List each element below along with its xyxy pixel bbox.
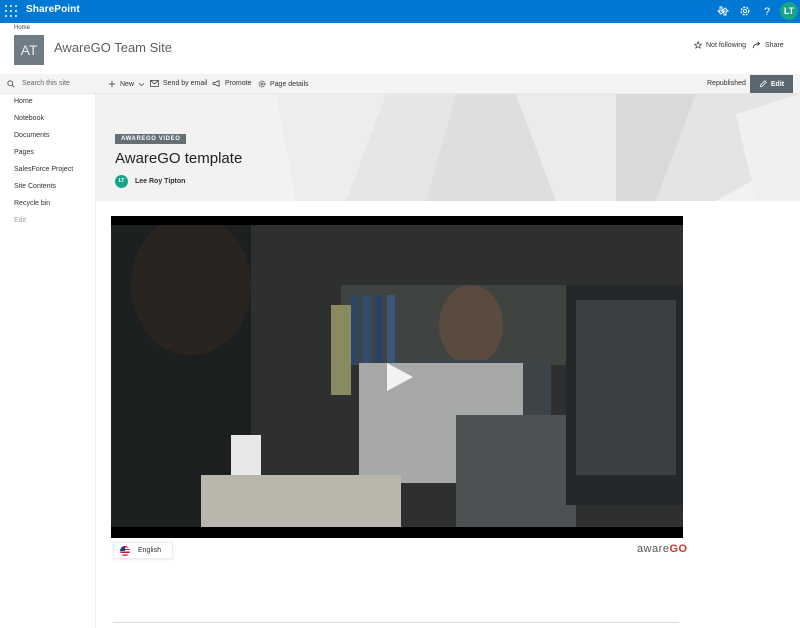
chevron-down-icon	[138, 82, 145, 86]
promote-button[interactable]: Promote	[212, 80, 251, 87]
follow-button[interactable]: Not following	[694, 41, 746, 49]
brand-suffix: GO	[669, 543, 688, 555]
plus-icon	[108, 80, 116, 88]
megaphone-icon	[212, 80, 220, 87]
brand-prefix: aware	[637, 543, 670, 555]
search-icon	[7, 80, 15, 88]
nav-item-site-contents[interactable]: Site Contents	[14, 183, 56, 190]
video-player[interactable]	[111, 216, 683, 538]
email-icon	[150, 80, 159, 87]
page-details-button[interactable]: Page details	[258, 80, 309, 88]
search-input[interactable]: Search this site	[22, 80, 70, 87]
site-title[interactable]: AwareGO Team Site	[54, 40, 172, 55]
app-name[interactable]: SharePoint	[26, 4, 80, 15]
command-bar: New Send by email Promote Page details R…	[96, 74, 800, 94]
hero-background	[96, 94, 800, 201]
page-title: AwareGO template	[115, 150, 243, 167]
promote-label: Promote	[225, 80, 252, 87]
new-button[interactable]: New	[108, 80, 145, 88]
edit-button[interactable]: Edit	[750, 75, 793, 93]
page-hero: AWAREGO VIDEO AwareGO template LT Lee Ro…	[96, 94, 800, 201]
nav-item-notebook[interactable]: Notebook	[14, 115, 44, 122]
sync-icon[interactable]	[716, 4, 730, 18]
send-by-email-label: Send by email	[163, 80, 208, 87]
publish-status: Republished	[707, 80, 746, 87]
site-header: Home AT AwareGO Team Site Not following …	[0, 23, 800, 74]
author-name[interactable]: Lee Roy Tipton	[135, 178, 185, 185]
user-avatar[interactable]: LT	[780, 2, 798, 20]
section-divider	[113, 622, 679, 623]
play-icon[interactable]	[387, 363, 413, 391]
awarego-logo: awareGO	[637, 543, 688, 555]
nav-item-recycle-bin[interactable]: Recycle bin	[14, 200, 50, 207]
edit-label: Edit	[770, 80, 785, 88]
share-icon	[752, 41, 761, 49]
nav-item-home[interactable]: Home	[14, 98, 33, 105]
us-flag-icon	[120, 545, 130, 556]
nav-item-pages[interactable]: Pages	[14, 149, 34, 156]
author-avatar[interactable]: LT	[115, 175, 128, 188]
language-selector[interactable]: English	[113, 542, 173, 559]
send-by-email-button[interactable]: Send by email	[150, 80, 207, 87]
share-button[interactable]: Share	[752, 41, 784, 49]
hero-badge: AWAREGO VIDEO	[115, 134, 187, 144]
site-search[interactable]: Search this site	[0, 74, 96, 94]
site-logo[interactable]: AT	[14, 35, 44, 65]
breadcrumb[interactable]: Home	[14, 25, 30, 31]
svg-text:?: ?	[764, 6, 770, 18]
pencil-icon	[759, 80, 767, 88]
nav-edit-link[interactable]: Edit	[14, 217, 26, 224]
new-label: New	[120, 80, 135, 88]
gear-icon[interactable]	[738, 4, 752, 18]
suite-bar: SharePoint ? LT	[0, 0, 800, 23]
waffle-icon[interactable]	[5, 5, 17, 17]
share-label: Share	[765, 41, 784, 49]
language-label: English	[138, 547, 161, 554]
nav-item-salesforce-project[interactable]: SalesForce Project	[14, 166, 73, 173]
help-icon[interactable]: ?	[760, 4, 774, 18]
gear-icon	[258, 80, 266, 88]
nav-item-documents[interactable]: Documents	[14, 132, 49, 139]
page-details-label: Page details	[270, 80, 309, 88]
star-icon	[694, 41, 702, 49]
left-navigation: Search this site Home Notebook Documents…	[0, 74, 96, 628]
follow-label: Not following	[706, 41, 747, 49]
